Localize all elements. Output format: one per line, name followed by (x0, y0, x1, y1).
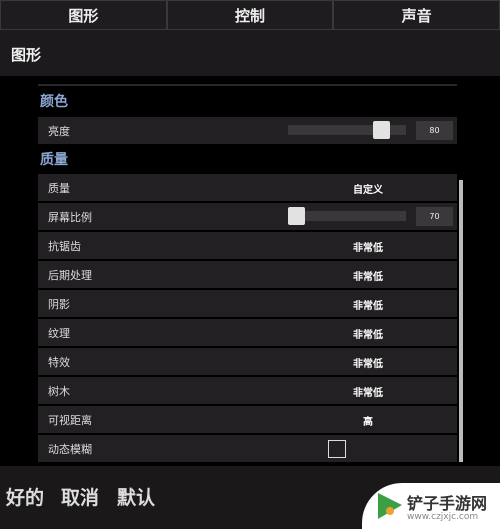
setting-row: 抗锯齿 非常低 (38, 232, 457, 259)
brightness-row: 亮度 80 (38, 117, 457, 144)
setting-value[interactable]: 自定义 (338, 181, 398, 196)
setting-row: 屏幕比例 70 (38, 203, 457, 230)
setting-label: 质量 (48, 182, 70, 195)
setting-row: 动态模糊 (38, 435, 457, 462)
setting-label: 树木 (48, 385, 70, 398)
logo-icon (378, 493, 402, 519)
section-quality-heading: 质量 (40, 152, 68, 168)
divider (38, 84, 457, 86)
setting-value[interactable]: 非常低 (338, 239, 398, 254)
setting-value[interactable]: 非常低 (338, 355, 398, 370)
tab-sound[interactable]: 声音 (333, 0, 500, 30)
setting-label: 纹理 (48, 327, 70, 340)
scrollbar[interactable] (459, 180, 463, 462)
setting-label: 特效 (48, 356, 70, 369)
setting-value[interactable]: 非常低 (338, 268, 398, 283)
slider-thumb[interactable] (372, 121, 390, 139)
page-title: 图形 (0, 30, 500, 76)
setting-row: 质量 自定义 (38, 174, 457, 201)
tab-bar: 图形 控制 声音 (0, 0, 500, 30)
default-button[interactable]: 默认 (117, 483, 155, 510)
brightness-slider[interactable] (288, 121, 406, 139)
tab-graphics[interactable]: 图形 (0, 0, 167, 30)
setting-row: 后期处理 非常低 (38, 261, 457, 288)
setting-value[interactable]: 70 (416, 207, 453, 226)
setting-row: 特效 非常低 (38, 348, 457, 375)
tab-controls[interactable]: 控制 (166, 0, 334, 30)
setting-label: 抗锯齿 (48, 240, 81, 253)
screen-scale-slider[interactable] (288, 207, 406, 225)
setting-row: 树木 非常低 (38, 377, 457, 404)
watermark-logo: 铲子手游网 www.czjxjc.com (362, 483, 500, 529)
brightness-value[interactable]: 80 (416, 121, 453, 140)
setting-row: 阴影 非常低 (38, 290, 457, 317)
cancel-button[interactable]: 取消 (61, 483, 99, 510)
watermark-url: www.czjxjc.com (407, 512, 479, 522)
setting-label: 屏幕比例 (48, 211, 92, 224)
brightness-label: 亮度 (48, 125, 70, 138)
slider-thumb[interactable] (288, 207, 305, 225)
setting-label: 可视距离 (48, 414, 92, 427)
setting-value[interactable]: 非常低 (338, 384, 398, 399)
checkbox[interactable] (328, 440, 346, 458)
watermark-text: 铲子手游网 (407, 494, 488, 513)
setting-value[interactable]: 非常低 (338, 297, 398, 312)
section-color-heading: 颜色 (40, 94, 68, 110)
setting-label: 阴影 (48, 298, 70, 311)
setting-value[interactable]: 高 (338, 413, 398, 428)
setting-row: 可视距离 高 (38, 406, 457, 433)
setting-label: 动态模糊 (48, 443, 92, 456)
setting-row: 纹理 非常低 (38, 319, 457, 346)
ok-button[interactable]: 好的 (6, 483, 44, 510)
setting-value[interactable]: 非常低 (338, 326, 398, 341)
setting-label: 后期处理 (48, 269, 92, 282)
settings-panel: 颜色 亮度 80 质量 质量 自定义 屏幕比例 70 抗锯齿 非常低 后期处理 非常低 阴影 非常… (0, 76, 500, 466)
